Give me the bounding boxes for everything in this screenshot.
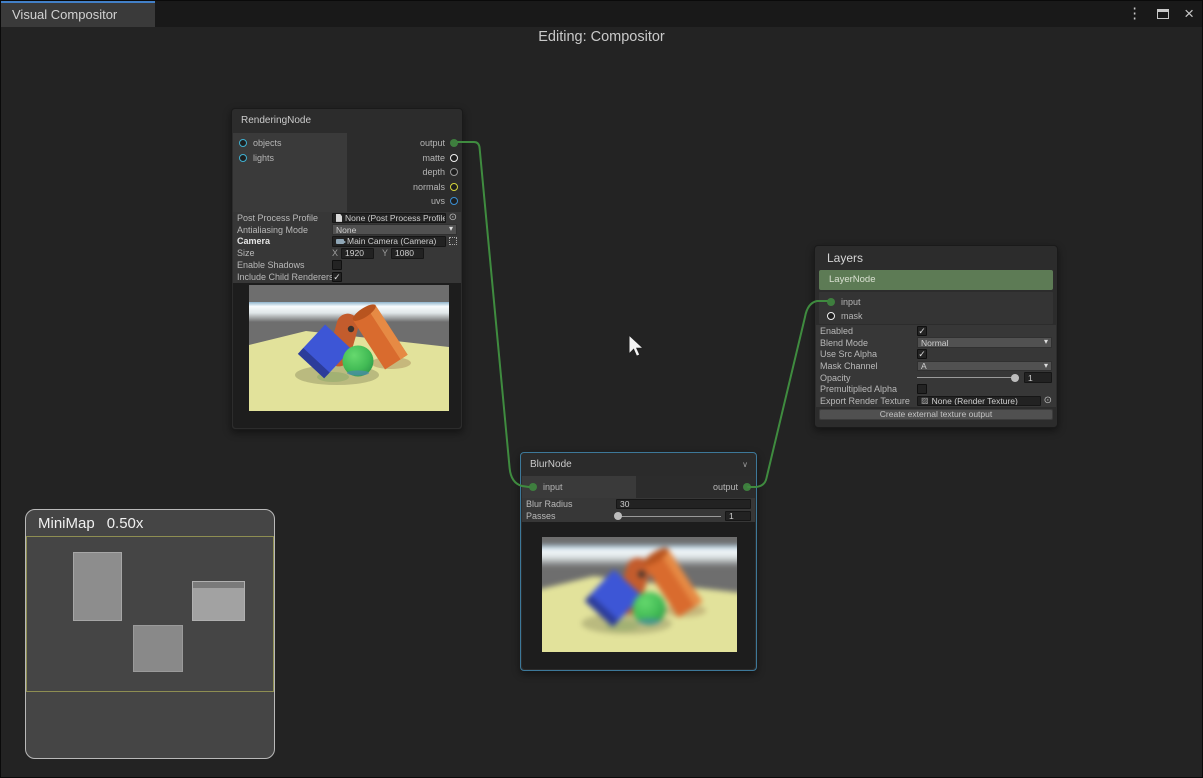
blur-node-title: BlurNode [530, 459, 572, 470]
row-enable-shadows: Enable Shadows [233, 259, 461, 271]
rendering-node-title: RenderingNode [241, 115, 311, 126]
row-export-render-texture: Export Render Texture ▨ None (Render Tex… [816, 395, 1056, 407]
layers-node-header[interactable]: Layers [815, 246, 1057, 270]
row-premultiplied-alpha: Premultiplied Alpha [816, 383, 1056, 395]
create-external-texture-output-button[interactable]: Create external texture output [819, 409, 1053, 420]
minimap-title: MiniMap 0.50x [26, 510, 274, 532]
editing-label: Editing: Compositor [538, 29, 665, 45]
port-layer-mask-icon[interactable] [827, 312, 835, 320]
port-output-icon[interactable] [450, 139, 458, 147]
row-camera: Camera Main Camera (Camera) [233, 236, 461, 248]
blur-radius-field[interactable]: 30 [616, 499, 751, 510]
object-picker-icon[interactable]: ⊙ [1044, 395, 1052, 406]
blur-preview-zone [522, 522, 755, 669]
tab-title: Visual Compositor [12, 7, 117, 22]
minimap-zoom-level: 0.50x [107, 515, 144, 532]
minimap-layers-node[interactable] [192, 581, 245, 621]
export-render-texture-field[interactable]: ▨ None (Render Texture) [917, 396, 1041, 407]
layers-node-title: Layers [827, 251, 863, 265]
post-process-profile-field[interactable]: None (Post Process Profile) [332, 213, 446, 224]
rendering-preview-image [249, 285, 449, 411]
rendering-preview-zone [233, 283, 461, 428]
row-antialiasing-mode: Antialiasing Mode None ▾ [233, 224, 461, 236]
rendering-node-header[interactable]: RenderingNode [232, 109, 462, 133]
opacity-value-field[interactable]: 1 [1024, 372, 1052, 383]
layer-item-layernode[interactable]: LayerNode [819, 270, 1053, 290]
row-blend-mode: Blend Mode Normal ▾ [816, 337, 1056, 349]
row-post-process-profile: Post Process Profile None (Post Process … [233, 212, 461, 224]
port-row-normals[interactable]: normals [413, 182, 458, 192]
port-blur-input-icon[interactable] [529, 483, 537, 491]
port-objects-icon[interactable] [239, 139, 247, 147]
row-use-src-alpha: Use Src Alpha ✓ [816, 348, 1056, 360]
row-enabled: Enabled ✓ [816, 325, 1056, 337]
port-row-depth[interactable]: depth [422, 167, 458, 177]
minimap-panel[interactable]: MiniMap 0.50x [25, 509, 275, 759]
camera-field[interactable]: Main Camera (Camera) [332, 236, 446, 247]
row-blur-radius: Blur Radius 30 [522, 498, 755, 510]
layers-node[interactable]: Layers LayerNode input mask Enabled ✓ Bl… [814, 245, 1058, 428]
mask-channel-dropdown[interactable]: A ▾ [917, 361, 1052, 372]
file-icon [336, 214, 342, 222]
row-passes: Passes 1 [522, 510, 755, 522]
blur-preview-image [542, 537, 737, 652]
minimap-blur-node[interactable] [133, 625, 183, 672]
blend-mode-dropdown[interactable]: Normal ▾ [917, 337, 1052, 348]
minimap-rendering-node[interactable] [73, 552, 122, 621]
enabled-checkbox[interactable]: ✓ [917, 326, 927, 336]
port-row-layer-mask[interactable]: mask [827, 311, 863, 321]
blur-input-panel[interactable]: input [522, 476, 636, 498]
port-blur-output-icon[interactable] [743, 483, 751, 491]
row-include-child-renderers: Include Child Renderers ✓ [233, 271, 461, 283]
visual-compositor-window: Visual Compositor ⋮ × Editing: Composito… [0, 0, 1203, 778]
opacity-slider-handle[interactable] [1011, 374, 1019, 382]
render-texture-icon: ▨ [921, 396, 929, 405]
tab-visual-compositor[interactable]: Visual Compositor [1, 1, 155, 27]
size-y-field[interactable]: 1080 [391, 248, 424, 259]
enable-shadows-checkbox[interactable] [332, 260, 342, 270]
use-src-alpha-checkbox[interactable]: ✓ [917, 349, 927, 359]
premultiplied-alpha-checkbox[interactable] [917, 384, 927, 394]
port-row-blur-output[interactable]: output [713, 476, 751, 498]
menu-icon[interactable]: ⋮ [1127, 1, 1142, 27]
rendering-node[interactable]: RenderingNode objects lights output matt… [231, 108, 463, 430]
port-normals-icon[interactable] [450, 183, 458, 191]
port-row-objects[interactable]: objects [239, 138, 282, 148]
collapse-chevron-icon[interactable]: ∨ [742, 453, 748, 477]
port-row-lights[interactable]: lights [239, 153, 274, 163]
maximize-icon[interactable] [1157, 9, 1169, 19]
port-layer-input-icon[interactable] [827, 298, 835, 306]
port-row-output[interactable]: output [420, 138, 458, 148]
row-opacity: Opacity 1 [816, 372, 1056, 384]
port-row-matte[interactable]: matte [422, 153, 458, 163]
row-mask-channel: Mask Channel A ▾ [816, 360, 1056, 372]
title-bar: Visual Compositor ⋮ × [1, 1, 1202, 27]
camera-icon [336, 239, 344, 244]
blur-node[interactable]: BlurNode ∨ input output Blur Radius 30 P… [520, 452, 757, 671]
object-picker-icon[interactable]: ⊙ [449, 212, 457, 223]
size-x-field[interactable]: 1920 [341, 248, 374, 259]
port-row-layer-input[interactable]: input [827, 297, 861, 307]
antialiasing-dropdown[interactable]: None ▾ [332, 224, 457, 235]
passes-slider[interactable] [616, 516, 721, 517]
edge-rendering-to-blur [458, 142, 529, 487]
port-uvs-icon[interactable] [450, 197, 458, 205]
port-row-uvs[interactable]: uvs [431, 196, 458, 206]
include-child-renderers-checkbox[interactable]: ✓ [332, 272, 342, 282]
chevron-down-icon: ▾ [1044, 337, 1048, 346]
passes-slider-handle[interactable] [614, 512, 622, 520]
row-size: Size X 1920 Y 1080 [233, 247, 461, 259]
scene-picker-icon[interactable] [449, 237, 457, 245]
chevron-down-icon: ▾ [1044, 361, 1048, 370]
close-icon[interactable]: × [1184, 1, 1194, 27]
chevron-down-icon: ▾ [449, 224, 453, 233]
opacity-slider[interactable] [917, 377, 1019, 378]
port-depth-icon[interactable] [450, 168, 458, 176]
blur-node-header[interactable]: BlurNode ∨ [521, 453, 756, 477]
passes-value-field[interactable]: 1 [725, 511, 751, 522]
port-lights-icon[interactable] [239, 154, 247, 162]
port-matte-icon[interactable] [450, 154, 458, 162]
